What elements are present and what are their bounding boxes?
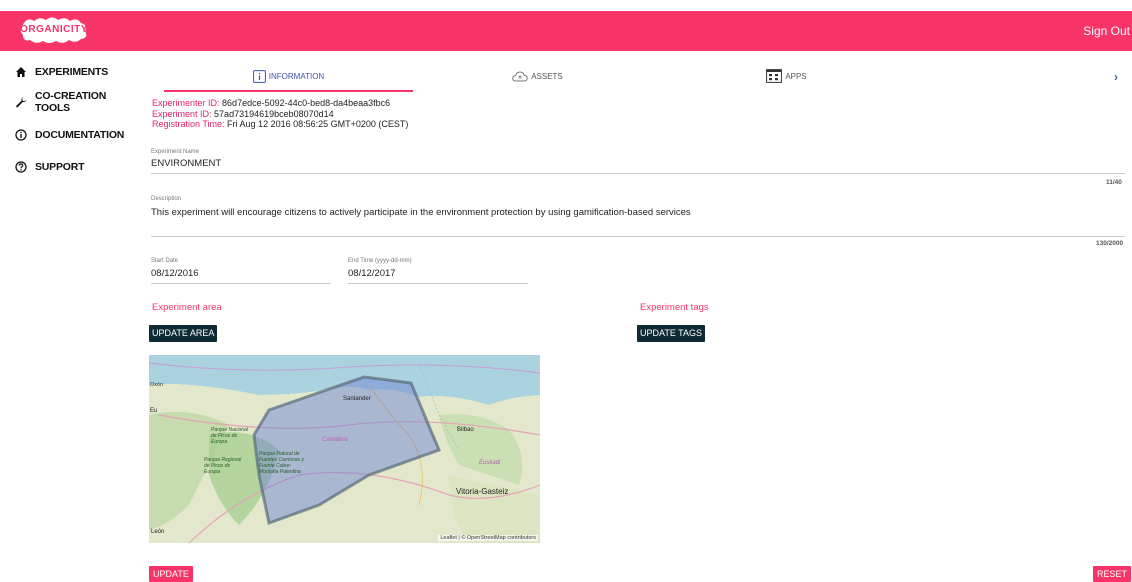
map-label: Oxón	[150, 382, 164, 388]
map-label: León	[151, 529, 165, 535]
map-label: Cantabria	[322, 437, 349, 443]
map-attribution[interactable]: Leaflet | © OpenStreetMap contributors	[438, 535, 538, 541]
info-box-icon	[252, 69, 266, 83]
tab-label: APPS	[785, 71, 807, 81]
end-time-label: End Time (yyyy-dd-mm)	[348, 258, 412, 264]
sidebar-item-label: CO-CREATION TOOLS	[35, 90, 107, 114]
help-icon	[15, 161, 27, 173]
experiment-name-field[interactable]: ENVIRONMENT	[151, 158, 1121, 169]
experimenter-id-row: Experimenter ID: 86d7edce-5092-44c0-bed8…	[152, 98, 408, 109]
experiment-name-underline	[151, 173, 1125, 174]
sign-out-link[interactable]: Sign Out	[1083, 24, 1130, 38]
description-underline	[151, 236, 1125, 237]
experiment-ids: Experimenter ID: 86d7edce-5092-44c0-bed8…	[152, 98, 408, 130]
sidebar-item-label: SUPPORT	[35, 161, 85, 173]
organicity-logo[interactable]: ORGANICITY	[18, 15, 90, 45]
experiment-id-value: 57ad73194619bceb08070d14	[214, 108, 334, 119]
home-icon	[15, 66, 27, 78]
tab-bar: INFORMATION ASSETS APPS ›	[164, 62, 1132, 92]
registration-time-row: Registration Time: Fri Aug 12 2016 08:56…	[152, 119, 408, 130]
tab-information[interactable]: INFORMATION	[164, 62, 413, 90]
experiment-area-title: Experiment area	[152, 302, 222, 313]
registration-time-value: Fri Aug 12 2016 08:56:25 GMT+0200 (CEST)	[227, 119, 409, 129]
experiment-name-counter: 11/40	[1106, 179, 1122, 186]
map-label: Eu	[150, 408, 158, 414]
experiment-id-row: Experiment ID: 57ad73194619bceb08070d14	[152, 109, 408, 120]
top-strip	[0, 0, 1132, 11]
experimenter-id-value: 86d7edce-5092-44c0-bed8-da4beaa3fbc6	[222, 98, 391, 108]
start-date-field[interactable]: 08/12/2016	[151, 268, 331, 279]
info-icon	[15, 129, 27, 141]
experimenter-id-label: Experimenter ID:	[152, 98, 220, 108]
map-canvas	[149, 355, 540, 543]
description-label: Description	[151, 196, 182, 202]
experiment-area-map[interactable]: Oxón Santander Bilbao Parque Nacional de…	[149, 355, 540, 543]
sidebar-item-co-creation-tools[interactable]: CO-CREATION TOOLS	[15, 90, 140, 114]
tab-assets[interactable]: ASSETS	[413, 62, 662, 90]
wrench-icon	[15, 96, 27, 108]
tab-label: ASSETS	[531, 71, 563, 81]
cloud-icon	[512, 70, 528, 83]
start-date-label: Start Date	[151, 258, 179, 264]
experiment-id-label: Experiment ID:	[152, 108, 212, 119]
reset-button[interactable]: RESET	[1093, 566, 1132, 582]
map-label: Bilbao	[457, 427, 474, 433]
start-date-underline	[151, 283, 331, 284]
tab-label: INFORMATION	[268, 71, 325, 81]
sidebar-item-support[interactable]: SUPPORT	[15, 158, 85, 176]
sidebar-item-label: EXPERIMENTS	[35, 66, 109, 78]
map-label: Parque Natural de Fuentes Carrionas y Fu…	[259, 451, 305, 475]
tab-next-chevron-icon[interactable]: ›	[1114, 70, 1128, 84]
map-label: Vitoria-Gasteiz	[456, 487, 509, 496]
end-time-field[interactable]: 08/12/2017	[348, 268, 528, 279]
map-label: Euskadi	[479, 460, 501, 466]
description-field[interactable]: This experiment will encourage citizens …	[151, 207, 1121, 218]
update-button[interactable]: UPDATE	[149, 566, 193, 582]
app-header: ORGANICITY Sign Out	[0, 11, 1132, 51]
map-label: Santander	[343, 396, 371, 402]
registration-time-label: Registration Time:	[152, 119, 225, 129]
description-counter: 130/2000	[1096, 240, 1124, 247]
update-area-button[interactable]: UPDATE AREA	[149, 325, 218, 342]
update-tags-button[interactable]: UPDATE TAGS	[637, 325, 706, 342]
logo-text: ORGANICITY	[20, 24, 88, 35]
map-label: Parque Nacional de Picos de Europa	[211, 427, 248, 445]
sidebar-item-label: DOCUMENTATION	[35, 129, 125, 141]
tab-apps[interactable]: APPS	[662, 62, 911, 90]
sidebar-item-documentation[interactable]: DOCUMENTATION	[15, 126, 124, 144]
end-time-underline	[348, 283, 528, 284]
sidebar-item-experiments[interactable]: EXPERIMENTS	[15, 63, 108, 81]
active-tab-indicator	[164, 90, 413, 92]
experiment-name-label: Experiment Name	[151, 149, 200, 155]
apps-grid-icon	[766, 69, 783, 83]
map-label: Parque Regional de Picos de Europa	[204, 457, 242, 475]
experiment-tags-title: Experiment tags	[640, 302, 709, 313]
